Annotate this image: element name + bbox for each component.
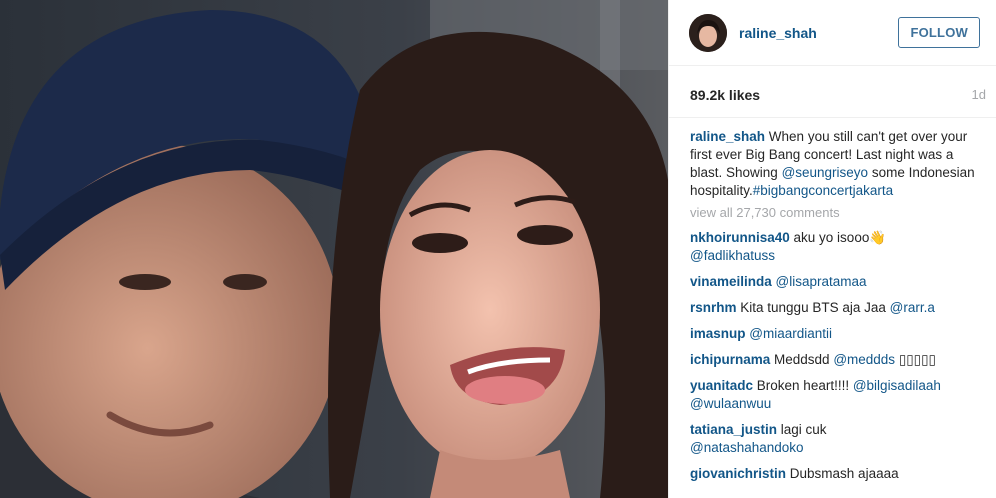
avatar-image [689, 13, 727, 52]
comment-mention[interactable]: @fadlikhatuss [690, 248, 775, 263]
comment-item: nkhoirunnisa40 aku yo isooo👋 @fadlikhatu… [690, 229, 986, 265]
comment-item: tatiana_justin lagi cuk @natashahandoko [690, 421, 986, 457]
comment-item: yuanitadc Broken heart!!!! @bilgisadilaa… [690, 377, 986, 413]
comment-text: Broken heart!!!! [753, 378, 853, 393]
caption-username[interactable]: raline_shah [690, 129, 765, 144]
comment-username[interactable]: imasnup [690, 326, 746, 341]
comment-item: vinameilinda @lisapratamaa [690, 273, 986, 291]
comment-text: Dubsmash ajaaaa [786, 466, 899, 481]
comment-text: lagi cuk [777, 422, 827, 437]
comment-mention[interactable]: @natashahandoko [690, 440, 804, 455]
likes-row: 89.2k likes 1d [669, 72, 996, 118]
comment-mention[interactable]: @lisapratamaa [776, 274, 867, 289]
post-side-panel: raline_shah FOLLOW 89.2k likes 1d raline… [668, 0, 996, 498]
comment-mention[interactable]: @rarr.a [890, 300, 935, 315]
likes-count: 89.2k likes [690, 86, 761, 103]
comment-item: ichipurnama Meddsdd @meddds ▯▯▯▯▯ [690, 351, 986, 369]
comment-item: rsnrhm Kita tunggu BTS aja Jaa @rarr.a [690, 299, 986, 317]
post-age[interactable]: 1d [972, 87, 986, 102]
avatar[interactable] [689, 13, 727, 52]
follow-button[interactable]: FOLLOW [898, 17, 980, 48]
wave-emoji-icon: 👋 [869, 230, 887, 245]
post-header: raline_shah FOLLOW [669, 0, 996, 66]
comment-username[interactable]: ichipurnama [690, 352, 770, 367]
comment-mention[interactable]: @meddds [833, 352, 895, 367]
comment-tail: ▯▯▯▯▯ [895, 352, 936, 367]
comment-username[interactable]: yuanitadc [690, 378, 753, 393]
comment-item: giovanichristin Dubsmash ajaaaa [690, 465, 986, 483]
comment-item: imasnup @miaardiantii [690, 325, 986, 343]
comment-username[interactable]: nkhoirunnisa40 [690, 230, 790, 245]
comment-text: Kita tunggu BTS aja Jaa [736, 300, 890, 315]
post-photo[interactable] [0, 0, 668, 498]
post-caption: raline_shah When you still can't get ove… [690, 128, 986, 200]
comment-username[interactable]: vinameilinda [690, 274, 772, 289]
comment-username[interactable]: tatiana_justin [690, 422, 777, 437]
caption-hashtag[interactable]: #bigbangconcertjakarta [753, 183, 893, 198]
comment-text: aku yo isooo [789, 230, 870, 245]
selfie-photo-image [0, 0, 668, 498]
view-all-comments-link[interactable]: view all 27,730 comments [690, 204, 986, 222]
comments-list: raline_shah When you still can't get ove… [669, 118, 996, 483]
comment-username[interactable]: rsnrhm [690, 300, 737, 315]
comment-text: Meddsdd [770, 352, 834, 367]
caption-mention[interactable]: @seungriseyo [782, 165, 869, 180]
comment-username[interactable]: giovanichristin [690, 466, 786, 481]
comment-mention[interactable]: @miaardiantii [749, 326, 832, 341]
post-username[interactable]: raline_shah [739, 25, 898, 41]
